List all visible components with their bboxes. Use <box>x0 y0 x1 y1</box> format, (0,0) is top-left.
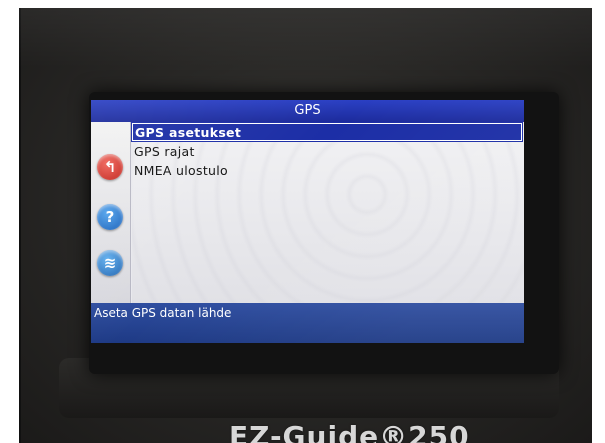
help-icon: ? <box>105 208 115 226</box>
side-toolbar: ↰ ? ≋ <box>91 122 131 303</box>
photo-frame: EZ-Guide®250 GPS ↰ ? ≋ GPS asetukset GPS… <box>0 0 605 443</box>
gps-button[interactable]: ≋ <box>97 250 123 276</box>
help-button[interactable]: ? <box>97 204 123 230</box>
bezel-shine <box>19 8 592 68</box>
device-brand-label: EZ-Guide®250 <box>229 420 470 443</box>
gps-satellite-icon: ≋ <box>103 254 117 272</box>
lcd-screen: GPS ↰ ? ≋ GPS asetukset GPS rajat NMEA u… <box>91 100 524 343</box>
photo-edge <box>19 8 21 443</box>
screen-title: GPS <box>91 100 524 122</box>
back-button[interactable]: ↰ <box>97 154 123 180</box>
back-arrow-icon: ↰ <box>103 158 117 176</box>
status-hint: Aseta GPS datan lähde <box>91 303 524 343</box>
menu-list: GPS asetukset GPS rajat NMEA ulostulo <box>131 122 524 303</box>
menu-item-nmea-ulostulo[interactable]: NMEA ulostulo <box>132 162 522 180</box>
menu-item-gps-rajat[interactable]: GPS rajat <box>132 143 522 161</box>
menu-item-gps-asetukset[interactable]: GPS asetukset <box>131 122 523 142</box>
